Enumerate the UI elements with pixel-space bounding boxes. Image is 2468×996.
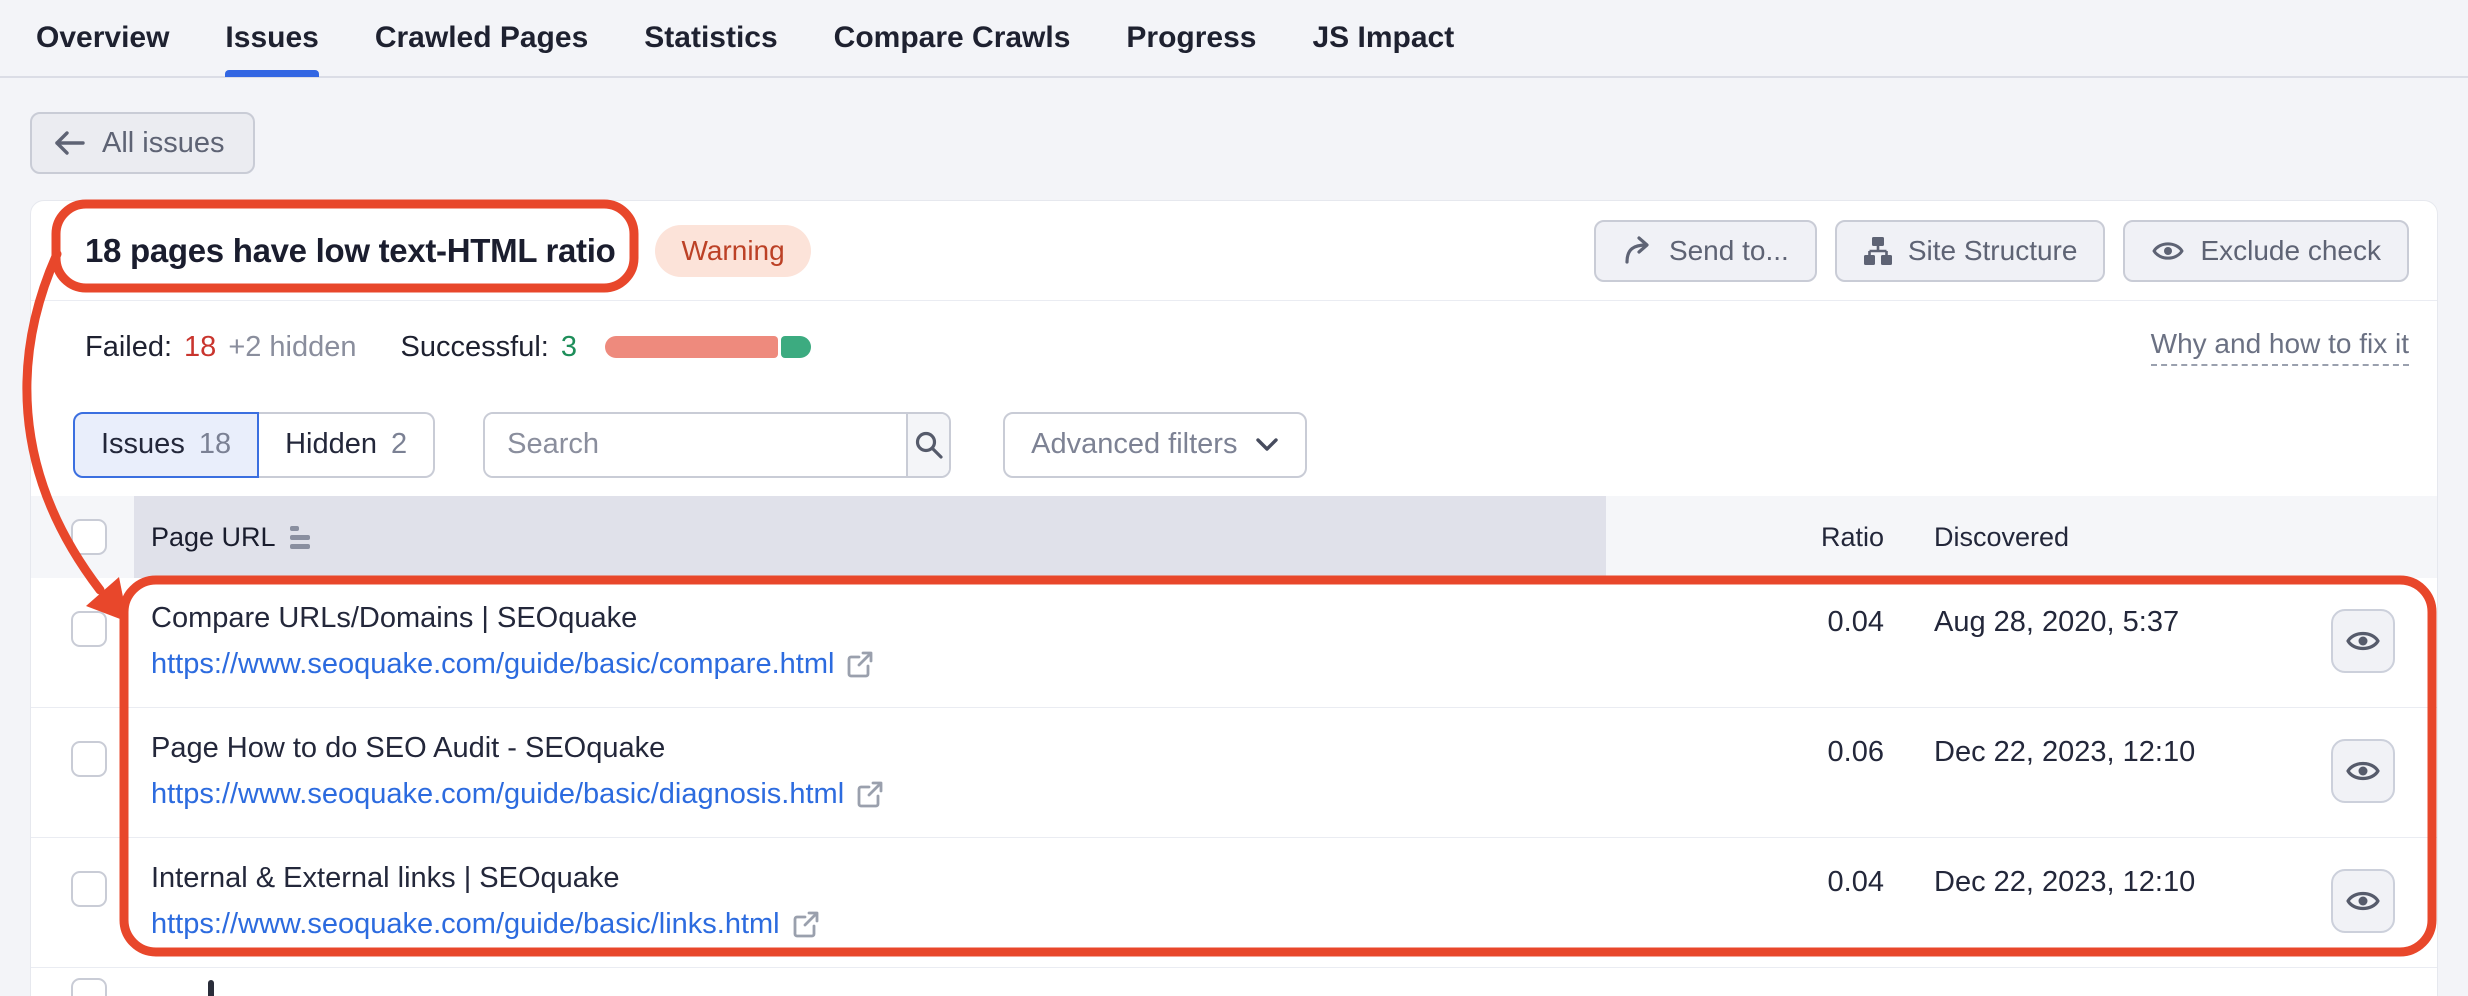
- send-to-button[interactable]: Send to...: [1594, 220, 1817, 282]
- sitemap-icon: [1863, 236, 1893, 266]
- bar-failed-segment: [605, 336, 778, 358]
- discovered-value: Dec 22, 2023, 12:10: [1934, 736, 2195, 769]
- hide-row-button[interactable]: [2331, 609, 2395, 673]
- row-checkbox[interactable]: [71, 978, 107, 996]
- hide-row-button[interactable]: [2331, 739, 2395, 803]
- successful-count: 3: [561, 331, 577, 364]
- issue-card-header: 18 pages have low text-HTML ratio Warnin…: [31, 201, 2437, 301]
- why-how-to-fix-link[interactable]: Why and how to fix it: [2151, 328, 2409, 366]
- segment-hidden[interactable]: Hidden 2: [259, 412, 435, 478]
- arrow-left-icon: [54, 129, 86, 157]
- discovered-value: Dec 22, 2023, 12:10: [1934, 866, 2195, 899]
- eye-icon: [2151, 237, 2185, 265]
- table-header: Page URL Ratio Discovered: [31, 496, 2437, 578]
- filter-row: Issues 18 Hidden 2 Advanced filters: [31, 393, 2437, 496]
- check-stats: Failed: 18 +2 hidden Successful: 3: [85, 331, 811, 364]
- back-button-label: All issues: [102, 127, 225, 160]
- send-arrow-icon: [1622, 236, 1654, 266]
- page-cell: Page How to do SEO Audit - SEOquake http…: [151, 725, 884, 817]
- failed-label: Failed:: [85, 331, 172, 364]
- site-structure-button[interactable]: Site Structure: [1835, 220, 2106, 282]
- segment-issues-count: 18: [199, 428, 231, 461]
- advanced-filters-label: Advanced filters: [1031, 428, 1237, 461]
- all-issues-back-button[interactable]: All issues: [30, 112, 255, 174]
- exclude-check-button[interactable]: Exclude check: [2123, 220, 2409, 282]
- hidden-note: +2 hidden: [228, 331, 356, 364]
- send-to-label: Send to...: [1669, 235, 1789, 267]
- search-box: [483, 412, 951, 478]
- external-link-icon[interactable]: [792, 910, 820, 938]
- successful-label: Successful:: [401, 331, 549, 364]
- page-url-link[interactable]: https://www.seoquake.com/guide/basic/dia…: [151, 771, 844, 817]
- table-row-partial: [31, 968, 2437, 996]
- column-header-ratio[interactable]: Ratio: [1734, 496, 1884, 578]
- page-url-link[interactable]: https://www.seoquake.com/guide/basic/com…: [151, 641, 834, 687]
- tab-progress[interactable]: Progress: [1126, 0, 1256, 77]
- segment-hidden-count: 2: [391, 428, 407, 461]
- table-row: Page How to do SEO Audit - SEOquake http…: [31, 708, 2437, 838]
- severity-badge: Warning: [655, 225, 810, 277]
- page-url-header-label: Page URL: [151, 522, 276, 553]
- tab-js-impact[interactable]: JS Impact: [1312, 0, 1454, 77]
- search-button[interactable]: [906, 414, 949, 476]
- page-url-link[interactable]: https://www.seoquake.com/guide/basic/lin…: [151, 901, 780, 947]
- search-input[interactable]: [485, 414, 906, 476]
- exclude-check-label: Exclude check: [2200, 235, 2381, 267]
- eye-icon: [2344, 626, 2382, 656]
- tab-issues[interactable]: Issues: [225, 0, 318, 77]
- stats-row: Failed: 18 +2 hidden Successful: 3 Why a…: [31, 301, 2437, 393]
- page-title: Compare URLs/Domains | SEOquake: [151, 595, 874, 641]
- column-header-discovered[interactable]: Discovered: [1934, 496, 2069, 578]
- header-actions: Send to... Site Structure Exclude check: [1594, 220, 2409, 282]
- ratio-value: 0.06: [1734, 736, 1884, 769]
- select-all-checkbox[interactable]: [71, 519, 107, 555]
- tab-compare-crawls[interactable]: Compare Crawls: [834, 0, 1071, 77]
- sort-icon: [290, 526, 310, 549]
- eye-icon: [2344, 756, 2382, 786]
- issue-title: 18 pages have low text-HTML ratio: [85, 232, 615, 270]
- segment-issues[interactable]: Issues 18: [73, 412, 259, 478]
- bar-successful-segment: [781, 336, 811, 358]
- issues-hidden-segmented-control: Issues 18 Hidden 2: [73, 412, 435, 478]
- segment-hidden-label: Hidden: [285, 428, 377, 461]
- ratio-value: 0.04: [1734, 606, 1884, 639]
- tab-overview[interactable]: Overview: [36, 0, 169, 77]
- tab-crawled-pages[interactable]: Crawled Pages: [375, 0, 588, 77]
- failed-count: 18: [184, 331, 216, 364]
- page-cell: Compare URLs/Domains | SEOquake https://…: [151, 595, 874, 687]
- row-checkbox[interactable]: [71, 871, 107, 907]
- issue-card: 18 pages have low text-HTML ratio Warnin…: [30, 200, 2438, 996]
- external-link-icon[interactable]: [846, 650, 874, 678]
- page-cell: Internal & External links | SEOquake htt…: [151, 855, 820, 947]
- row-checkbox[interactable]: [71, 611, 107, 647]
- column-header-page-url[interactable]: Page URL: [151, 496, 310, 578]
- row-checkbox[interactable]: [71, 741, 107, 777]
- external-link-icon[interactable]: [856, 780, 884, 808]
- eye-icon: [2344, 886, 2382, 916]
- site-structure-label: Site Structure: [1908, 235, 2078, 267]
- ratio-value: 0.04: [1734, 866, 1884, 899]
- page-title: Page How to do SEO Audit - SEOquake: [151, 725, 884, 771]
- tab-statistics[interactable]: Statistics: [644, 0, 777, 77]
- row-title-fragment: [208, 980, 214, 996]
- page-title: Internal & External links | SEOquake: [151, 855, 820, 901]
- table-row: Internal & External links | SEOquake htt…: [31, 838, 2437, 968]
- search-icon: [913, 429, 945, 461]
- top-nav: Overview Issues Crawled Pages Statistics…: [0, 0, 2468, 78]
- chevron-down-icon: [1255, 437, 1279, 453]
- hide-row-button[interactable]: [2331, 869, 2395, 933]
- advanced-filters-dropdown[interactable]: Advanced filters: [1003, 412, 1307, 478]
- failed-vs-successful-bar: [605, 336, 811, 358]
- page-url-column-highlight: [134, 496, 1606, 578]
- segment-issues-label: Issues: [101, 428, 185, 461]
- discovered-value: Aug 28, 2020, 5:37: [1934, 606, 2179, 639]
- table-row: Compare URLs/Domains | SEOquake https://…: [31, 578, 2437, 708]
